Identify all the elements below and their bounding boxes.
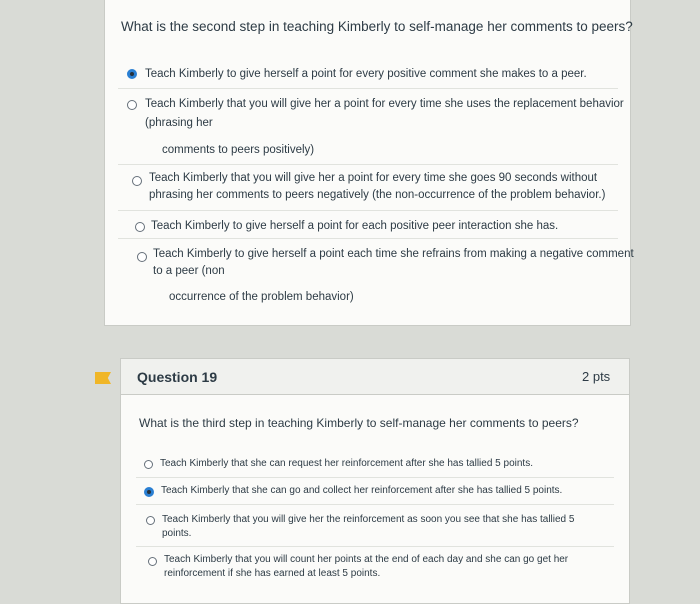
question-19-prompt: What is the third step in teaching Kimbe… <box>139 416 579 430</box>
q19-option-3-radio[interactable] <box>146 516 155 525</box>
divider <box>136 477 614 478</box>
q18-option-4-label[interactable]: Teach Kimberly to give herself a point f… <box>151 218 558 234</box>
q19-option-1-label[interactable]: Teach Kimberly that she can request her … <box>160 457 533 471</box>
q18-option-5-label-line2[interactable]: to a peer (non <box>153 263 225 279</box>
q18-option-2-label-line1[interactable]: Teach Kimberly that you will give her a … <box>145 96 624 112</box>
divider <box>118 88 618 89</box>
q18-option-3-label-line1[interactable]: Teach Kimberly that you will give her a … <box>149 170 597 186</box>
question-19-title: Question 19 <box>137 369 218 385</box>
q19-option-4-label-line2[interactable]: reinforcement if she has earned at least… <box>164 567 380 581</box>
divider <box>118 164 618 165</box>
q18-option-5-label-line1[interactable]: Teach Kimberly to give herself a point e… <box>153 246 634 262</box>
q18-option-2-label-line3[interactable]: comments to peers positively) <box>162 142 314 158</box>
q18-option-1-radio[interactable] <box>127 69 137 79</box>
q18-option-3-radio[interactable] <box>132 176 142 186</box>
divider <box>118 210 618 211</box>
q18-option-2-radio[interactable] <box>127 100 137 110</box>
q18-option-4-radio[interactable] <box>135 222 145 232</box>
divider <box>118 238 618 239</box>
bookmark-flag-icon[interactable] <box>95 372 111 384</box>
q19-option-2-radio[interactable] <box>144 487 154 497</box>
q19-option-3-label-line1[interactable]: Teach Kimberly that you will give her th… <box>162 513 574 527</box>
q18-option-1-label[interactable]: Teach Kimberly to give herself a point f… <box>145 66 587 82</box>
q19-option-1-radio[interactable] <box>144 460 153 469</box>
q18-option-2-label-line2[interactable]: (phrasing her <box>145 115 213 131</box>
q18-option-3-label-line2[interactable]: phrasing her comments to peers negativel… <box>149 187 605 203</box>
divider <box>136 504 614 505</box>
q19-option-3-label-line2[interactable]: points. <box>162 527 191 541</box>
q19-option-4-radio[interactable] <box>148 557 157 566</box>
question-19-points: 2 pts <box>582 369 611 384</box>
q18-option-5-label-line3[interactable]: occurrence of the problem behavior) <box>169 289 354 305</box>
q18-option-5-radio[interactable] <box>137 252 147 262</box>
divider <box>136 546 614 547</box>
q19-option-4-label-line1[interactable]: Teach Kimberly that you will count her p… <box>164 553 568 567</box>
question-18-prompt: What is the second step in teaching Kimb… <box>121 19 633 34</box>
q19-option-2-label[interactable]: Teach Kimberly that she can go and colle… <box>161 484 562 498</box>
